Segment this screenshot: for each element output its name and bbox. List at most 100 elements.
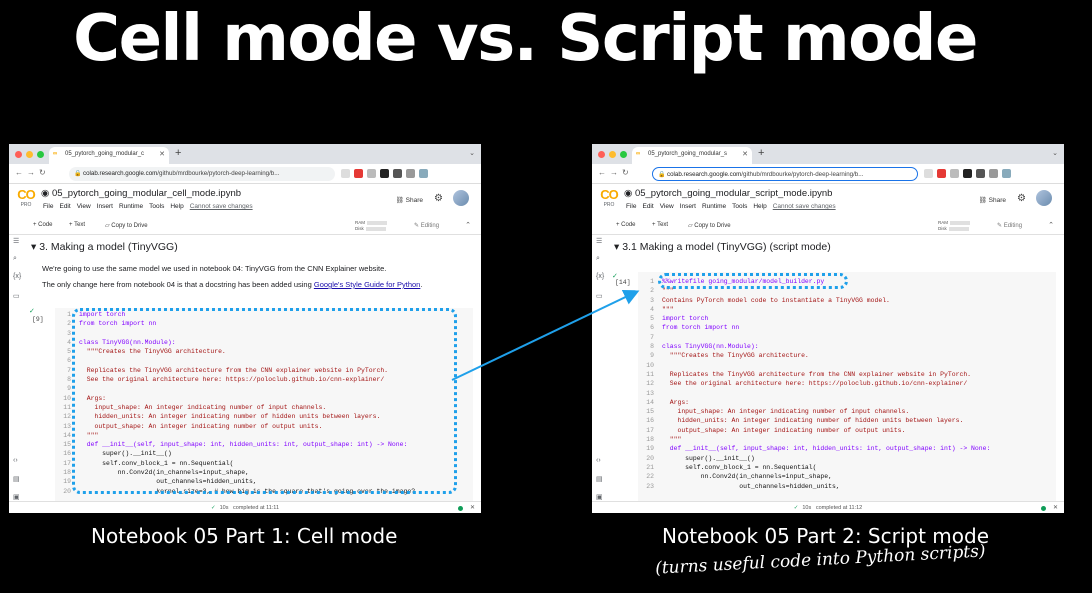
colab-logo[interactable]: CO PRO	[598, 188, 620, 209]
share-button[interactable]: ⛓ Share	[396, 196, 423, 204]
menu-file[interactable]: File	[43, 203, 53, 210]
menu-tools[interactable]: Tools	[732, 203, 747, 210]
nav-buttons[interactable]: ←→↻	[15, 168, 50, 177]
code-editor[interactable]: 1 %%writefile going_modular/model_builder…	[640, 277, 990, 491]
terminal-icon[interactable]: ▣	[596, 493, 603, 501]
extension-icon[interactable]	[341, 169, 350, 178]
code-line[interactable]: 23 out_channels=hidden_units,	[640, 482, 990, 491]
new-tab-icon[interactable]: +	[758, 147, 764, 159]
extension-icon[interactable]	[354, 169, 363, 178]
maximize-window-button[interactable]	[37, 151, 44, 158]
code-line[interactable]: 7	[640, 333, 990, 342]
extension-icon[interactable]	[393, 169, 402, 178]
cell-execution-count[interactable]: [14]	[615, 279, 631, 286]
ram-disk-indicator[interactable]: RAM Disk	[938, 220, 970, 232]
gear-icon[interactable]: ⚙	[434, 193, 443, 204]
terminal-icon[interactable]: ▣	[13, 493, 20, 501]
variables-icon[interactable]: {x}	[596, 273, 604, 280]
minimize-window-button[interactable]	[609, 151, 616, 158]
command-palette-icon[interactable]: ▤	[596, 475, 603, 483]
close-window-button[interactable]	[15, 151, 22, 158]
search-icon[interactable]: ⌕	[596, 255, 600, 263]
collapse-icon[interactable]: ▾	[31, 241, 39, 253]
notebook-name[interactable]: ◉ 05_pytorch_going_modular_cell_mode.ipy…	[41, 188, 241, 199]
add-text-button[interactable]: + Text	[69, 222, 85, 228]
code-line[interactable]: 5 import torch	[640, 314, 990, 323]
menu-runtime[interactable]: Runtime	[119, 203, 143, 210]
menu-insert[interactable]: Insert	[680, 203, 696, 210]
gear-icon[interactable]: ⚙	[1017, 193, 1026, 204]
share-button[interactable]: ⛓ Share	[979, 196, 1006, 204]
code-line[interactable]: 9 """Creates the TinyVGG architecture.	[640, 351, 990, 360]
editing-button[interactable]: ✎ Editing	[414, 222, 439, 229]
files-icon[interactable]: ▭	[596, 292, 603, 300]
code-snippets-icon[interactable]: ‹›	[596, 457, 601, 464]
extension-icon[interactable]	[937, 169, 946, 178]
browser-tab[interactable]: ∞ 05_pytorch_going_modular_s ✕	[632, 147, 752, 164]
code-snippets-icon[interactable]: ‹›	[13, 457, 18, 464]
cell-execution-count[interactable]: [9]	[32, 316, 44, 323]
code-line[interactable]: 19 def __init__(self, input_shape: int, …	[640, 444, 990, 453]
code-line[interactable]: 22 nn.Conv2d(in_channels=input_shape,	[640, 472, 990, 481]
code-line[interactable]: 15 input_shape: An integer indicating nu…	[640, 407, 990, 416]
code-line[interactable]: 20 super().__init__()	[640, 454, 990, 463]
code-line[interactable]: 12 See the original architecture here: h…	[640, 379, 990, 388]
code-line[interactable]: 11 Replicates the TinyVGG architecture f…	[640, 370, 990, 379]
avatar[interactable]	[1036, 190, 1052, 206]
maximize-window-button[interactable]	[620, 151, 627, 158]
menu-view[interactable]: View	[77, 203, 91, 210]
colab-logo[interactable]: CO PRO	[15, 188, 37, 209]
close-tab-icon[interactable]: ✕	[159, 150, 165, 158]
menu-help[interactable]: Help	[170, 203, 183, 210]
command-palette-icon[interactable]: ▤	[13, 475, 20, 483]
minimize-window-button[interactable]	[26, 151, 33, 158]
code-line[interactable]: 14 Args:	[640, 398, 990, 407]
extension-icon[interactable]	[924, 169, 933, 178]
url-bar[interactable]: 🔒 colab.research.google.com/github/mrdbo…	[69, 167, 335, 181]
copy-to-drive-button[interactable]: ▱ Copy to Drive	[105, 222, 148, 229]
add-code-button[interactable]: + Code	[616, 222, 636, 228]
variables-icon[interactable]: {x}	[13, 273, 21, 280]
new-tab-icon[interactable]: +	[175, 147, 181, 159]
menu-view[interactable]: View	[660, 203, 674, 210]
avatar[interactable]	[453, 190, 469, 206]
menu-runtime[interactable]: Runtime	[702, 203, 726, 210]
files-icon[interactable]: ▭	[13, 292, 20, 300]
browser-tab[interactable]: ∞ 05_pytorch_going_modular_c ✕	[49, 147, 169, 164]
code-line[interactable]: 21 self.conv_block_1 = nn.Sequential(	[640, 463, 990, 472]
copy-to-drive-button[interactable]: ▱ Copy to Drive	[688, 222, 731, 229]
menu-insert[interactable]: Insert	[97, 203, 113, 210]
toc-icon[interactable]: ☰	[13, 237, 19, 245]
code-line[interactable]: 18 """	[640, 435, 990, 444]
extension-icon[interactable]	[963, 169, 972, 178]
style-guide-link[interactable]: Google's Style Guide for Python	[314, 280, 421, 289]
code-line[interactable]: 4 """	[640, 305, 990, 314]
close-tab-icon[interactable]: ✕	[742, 150, 748, 158]
extension-icon[interactable]	[406, 169, 415, 178]
code-line[interactable]: 6 from torch import nn	[640, 323, 990, 332]
code-line[interactable]: 3 Contains PyTorch model code to instanti…	[640, 296, 990, 305]
code-line[interactable]: 10	[640, 361, 990, 370]
section-heading[interactable]: ▾ 3.1 Making a model (TinyVGG) (script m…	[614, 241, 831, 253]
code-line[interactable]: 16 hidden_units: An integer indicating n…	[640, 416, 990, 425]
notebook-name[interactable]: ◉ 05_pytorch_going_modular_script_mode.i…	[624, 188, 832, 199]
ram-disk-indicator[interactable]: RAM Disk	[355, 220, 387, 232]
menu-help[interactable]: Help	[753, 203, 766, 210]
extension-icon[interactable]	[950, 169, 959, 178]
code-line[interactable]: 8 class TinyVGG(nn.Module):	[640, 342, 990, 351]
close-icon[interactable]: ✕	[470, 504, 475, 511]
search-icon[interactable]: ⌕	[13, 255, 17, 263]
chevron-up-icon[interactable]: ⌃	[1048, 221, 1054, 229]
code-cell[interactable]: 1 %%writefile going_modular/model_builder…	[638, 272, 1056, 501]
profile-icon[interactable]	[1002, 169, 1011, 178]
add-code-button[interactable]: + Code	[33, 222, 53, 228]
add-text-button[interactable]: + Text	[652, 222, 668, 228]
chevron-down-icon[interactable]: ⌄	[469, 149, 475, 157]
menu-file[interactable]: File	[626, 203, 636, 210]
chevron-down-icon[interactable]: ⌄	[1052, 149, 1058, 157]
menu-edit[interactable]: Edit	[59, 203, 70, 210]
toc-icon[interactable]: ☰	[596, 237, 602, 245]
profile-icon[interactable]	[419, 169, 428, 178]
close-icon[interactable]: ✕	[1053, 504, 1058, 511]
close-window-button[interactable]	[598, 151, 605, 158]
